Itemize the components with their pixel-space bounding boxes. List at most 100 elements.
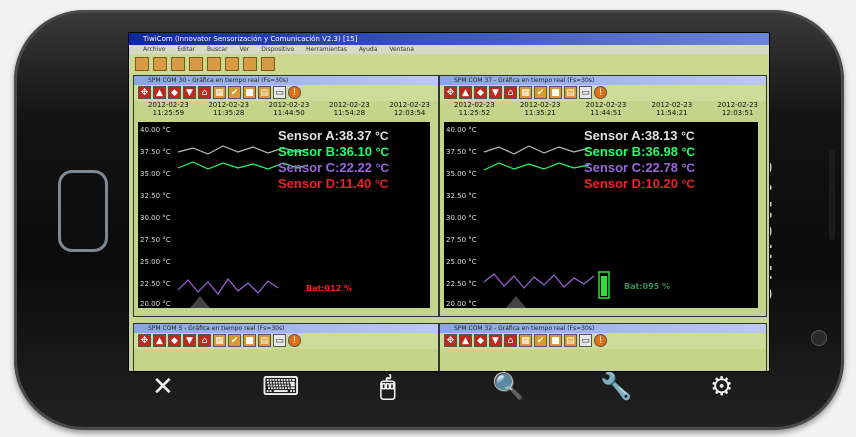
- window-title[interactable]: SPM COM 30 - Gráfica en tiempo real (Fs=…: [134, 76, 438, 85]
- time-label: 2012-02-23 11:35:21: [519, 101, 561, 117]
- time-label: 2012-02-23 12:03:51: [717, 101, 758, 117]
- check-icon[interactable]: ✔: [534, 334, 547, 347]
- battery-label: Bat:012 %: [306, 284, 353, 293]
- window-title[interactable]: SPM COM 32 - Gráfica en tiempo real (Fs=…: [440, 324, 766, 333]
- menu-item-ventana[interactable]: Ventana: [389, 46, 414, 53]
- info-icon[interactable]: !: [594, 86, 607, 99]
- phone-screen: TiwiCom (Innovator Sensorización y Comun…: [128, 32, 770, 372]
- left-right-icon[interactable]: ◆: [168, 334, 181, 347]
- save-icon[interactable]: ■: [549, 86, 562, 99]
- menu-item-herramientas[interactable]: Herramientas: [306, 46, 347, 53]
- down-icon[interactable]: ▼: [489, 334, 502, 347]
- home-icon[interactable]: ⌂: [198, 86, 211, 99]
- keyboard-icon[interactable]: ⌨: [262, 372, 300, 402]
- wrench-icon[interactable]: 🔧: [600, 372, 632, 402]
- graph-window-com30: SPM COM 30 - Gráfica en tiempo real (Fs=…: [133, 75, 439, 317]
- battery-label: Bat:095 %: [624, 282, 671, 291]
- sensor-d-reading: Sensor D:10.20 °C: [584, 176, 696, 191]
- temperature-plot[interactable]: 40.00 °C 37.50 °C 35.00 °C 32.50 °C 30.0…: [444, 122, 758, 308]
- erase-icon[interactable]: ▭: [273, 334, 286, 347]
- toolbar-button-3[interactable]: [171, 57, 185, 71]
- time-label: 2012-02-23 11:25:52: [454, 101, 495, 117]
- menu-item-dispositivo[interactable]: Dispositivo: [261, 46, 294, 53]
- time-label: 2012-02-23 11:25:59: [148, 101, 189, 117]
- toolbar-button-1[interactable]: [135, 57, 149, 71]
- info-icon[interactable]: !: [288, 86, 301, 99]
- search-icon[interactable]: 🔍: [492, 372, 524, 402]
- erase-icon[interactable]: ▭: [579, 86, 592, 99]
- toolbar-button-2[interactable]: [153, 57, 167, 71]
- toolbar-button-8[interactable]: [261, 57, 275, 71]
- sensor-a-reading: Sensor A:38.13 °C: [584, 128, 695, 143]
- menu-item-archivo[interactable]: Archivo: [143, 46, 165, 53]
- export-icon[interactable]: ▤: [258, 86, 271, 99]
- grid-icon[interactable]: ▦: [519, 334, 532, 347]
- up-icon[interactable]: ▲: [459, 334, 472, 347]
- graph-window-com5: SPM COM 5 - Gráfica en tiempo real (Fs=3…: [133, 323, 439, 371]
- home-icon[interactable]: ⌂: [504, 86, 517, 99]
- down-icon[interactable]: ▼: [183, 86, 196, 99]
- graph-window-com32: SPM COM 32 - Gráfica en tiempo real (Fs=…: [439, 323, 767, 371]
- grid-icon[interactable]: ▦: [213, 86, 226, 99]
- close-icon[interactable]: ✕: [152, 372, 174, 402]
- toolbar-button-4[interactable]: [189, 57, 203, 71]
- front-camera: [811, 330, 827, 346]
- up-icon[interactable]: ▲: [459, 86, 472, 99]
- time-label: 2012-02-23 11:44:50: [268, 101, 310, 117]
- menu-item-editar[interactable]: Editar: [177, 46, 195, 53]
- time-axis: 2012-02-23 11:25:59 2012-02-23 11:35:28 20…: [134, 101, 438, 121]
- menu-item-buscar[interactable]: Buscar: [207, 46, 228, 53]
- temperature-plot[interactable]: 40.00 °C 37.50 °C 35.00 °C 32.50 °C 30.0…: [138, 122, 430, 308]
- window-toolbar: ✥ ▲ ◆ ▼ ⌂ ▦ ✔ ■ ▤ ▭ !: [134, 333, 438, 349]
- check-icon[interactable]: ✔: [228, 334, 241, 347]
- erase-icon[interactable]: ▭: [579, 334, 592, 347]
- home-icon[interactable]: ⌂: [198, 334, 211, 347]
- window-toolbar: ✥ ▲ ◆ ▼ ⌂ ▦ ✔ ■ ▤ ▭ !: [134, 85, 438, 101]
- export-icon[interactable]: ▤: [564, 86, 577, 99]
- mouse-icon[interactable]: 🖱: [380, 372, 396, 403]
- info-icon[interactable]: !: [288, 334, 301, 347]
- save-icon[interactable]: ■: [549, 334, 562, 347]
- left-right-icon[interactable]: ◆: [168, 86, 181, 99]
- up-icon[interactable]: ▲: [153, 334, 166, 347]
- move-icon[interactable]: ✥: [444, 334, 457, 347]
- sensor-c-reading: Sensor C:22.78 °C: [584, 160, 696, 175]
- toolbar-button-6[interactable]: [225, 57, 239, 71]
- speaker-grille: [829, 150, 835, 240]
- toolbar-button-7[interactable]: [243, 57, 257, 71]
- time-label: 2012-02-23 11:35:28: [208, 101, 250, 117]
- grid-icon[interactable]: ▦: [213, 334, 226, 347]
- up-icon[interactable]: ▲: [153, 86, 166, 99]
- left-right-icon[interactable]: ◆: [474, 86, 487, 99]
- save-icon[interactable]: ■: [243, 86, 256, 99]
- home-button[interactable]: [58, 170, 108, 252]
- window-toolbar: ✥ ▲ ◆ ▼ ⌂ ▦ ✔ ■ ▤ ▭ !: [440, 333, 766, 349]
- app-title: TiwiCom (Innovator Sensorización y Comun…: [129, 33, 769, 45]
- check-icon[interactable]: ✔: [228, 86, 241, 99]
- sensor-b-reading: Sensor B:36.98 °C: [584, 144, 696, 159]
- erase-icon[interactable]: ▭: [273, 86, 286, 99]
- sensor-a-reading: Sensor A:38.37 °C: [278, 128, 389, 143]
- menu-item-ver[interactable]: Ver: [239, 46, 249, 53]
- time-label: 2012-02-23 11:44:51: [585, 101, 627, 117]
- gear-icon[interactable]: ⚙: [710, 372, 733, 402]
- window-title[interactable]: SPM COM 37 - Gráfica en tiempo real (Fs=…: [440, 76, 766, 85]
- home-icon[interactable]: ⌂: [504, 334, 517, 347]
- left-right-icon[interactable]: ◆: [474, 334, 487, 347]
- save-icon[interactable]: ■: [243, 334, 256, 347]
- window-title[interactable]: SPM COM 5 - Gráfica en tiempo real (Fs=3…: [134, 324, 438, 333]
- grid-icon[interactable]: ▦: [519, 86, 532, 99]
- export-icon[interactable]: ▤: [564, 334, 577, 347]
- move-icon[interactable]: ✥: [444, 86, 457, 99]
- check-icon[interactable]: ✔: [534, 86, 547, 99]
- down-icon[interactable]: ▼: [183, 334, 196, 347]
- down-icon[interactable]: ▼: [489, 86, 502, 99]
- move-icon[interactable]: ✥: [138, 86, 151, 99]
- menu-item-ayuda[interactable]: Ayuda: [359, 46, 378, 53]
- time-label: 2012-02-23 11:54:28: [328, 101, 370, 117]
- info-icon[interactable]: !: [594, 334, 607, 347]
- move-icon[interactable]: ✥: [138, 334, 151, 347]
- time-label: 2012-02-23 12:03:54: [389, 101, 430, 117]
- export-icon[interactable]: ▤: [258, 334, 271, 347]
- toolbar-button-5[interactable]: [207, 57, 221, 71]
